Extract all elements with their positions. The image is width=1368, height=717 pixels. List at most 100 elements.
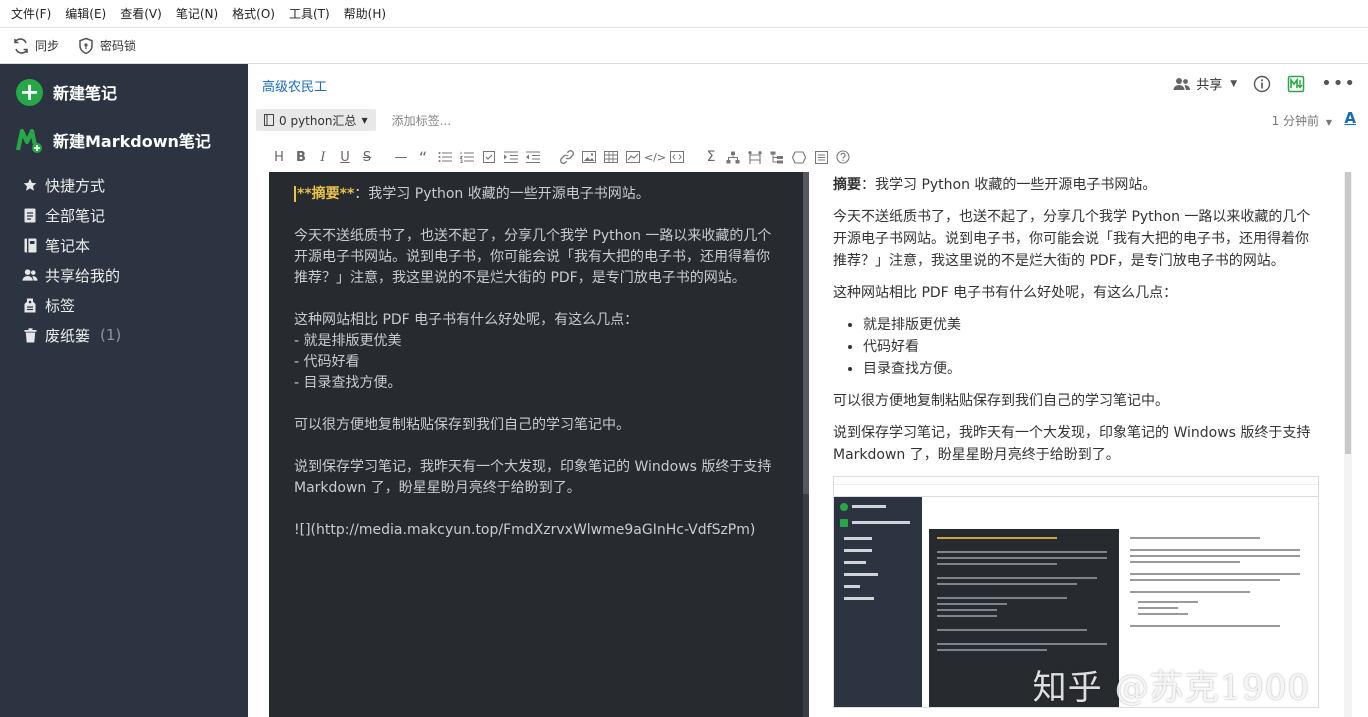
notebook-selector[interactable]: 0 python汇总 ▼ xyxy=(256,109,376,131)
editor-paragraph: 今天不送纸质书了，也送不起了，分享几个我学 Python 一路以来收藏的几个开源… xyxy=(294,228,772,286)
checkbox-icon[interactable] xyxy=(478,147,500,167)
strikethrough-icon[interactable]: S xyxy=(356,147,378,167)
tag-row: 0 python汇总 ▼ 添加标签... xyxy=(256,108,451,132)
notebook-icon xyxy=(22,238,38,253)
sidebar-item-shortcuts[interactable]: 快捷方式 xyxy=(22,170,121,200)
notebook-name: 0 python汇总 xyxy=(279,113,357,128)
sidebar-nav: 快捷方式 全部笔记 笔记本 共享给我的 标签 废纸篓 (1) xyxy=(22,170,121,350)
sync-button[interactable]: 同步 xyxy=(12,37,59,55)
tag-icon xyxy=(22,298,38,313)
menu-view[interactable]: 查看(V) xyxy=(113,5,169,22)
editor-paragraph: 说到保存学习笔记，我昨天有一个大发现，印象笔记的 Windows 版终于支持 M… xyxy=(294,459,772,496)
sidebar-item-notebooks[interactable]: 笔记本 xyxy=(22,230,121,260)
lock-button[interactable]: 密码锁 xyxy=(77,37,136,55)
menu-help[interactable]: 帮助(H) xyxy=(337,5,393,22)
preview-list: 就是排版更优美 代码好看 目录查找方便。 xyxy=(863,314,1322,380)
ordered-list-icon[interactable] xyxy=(456,147,478,167)
last-edited-text: 1 分钟前 xyxy=(1271,114,1320,128)
preview-scrollbar[interactable] xyxy=(1344,172,1352,717)
breadcrumb[interactable]: 高级农民工 xyxy=(262,76,327,95)
notebook-icon xyxy=(264,114,274,126)
editor-summary-line: **摘要**：我学习 Python 收藏的一些开源电子书网站。 xyxy=(294,184,777,205)
preview-list-item: 就是排版更优美 xyxy=(863,314,1322,336)
editor-summary-text: ：我学习 Python 收藏的一些开源电子书网站。 xyxy=(354,186,650,202)
code-icon[interactable]: </> xyxy=(644,147,666,167)
last-edited-dropdown[interactable]: 1 分钟前 ▼ xyxy=(1272,112,1332,129)
new-markdown-label: 新建Markdown笔记 xyxy=(53,132,211,151)
gantt-icon[interactable] xyxy=(788,147,810,167)
sidebar-item-trash[interactable]: 废纸篓 (1) xyxy=(22,320,121,350)
preview-paragraph: 这种网站相比 PDF 电子书有什么好处呢，有这么几点： xyxy=(833,285,1178,301)
font-style-button[interactable]: A xyxy=(1344,109,1356,127)
sequence-diagram-icon[interactable] xyxy=(744,147,766,167)
new-note-label: 新建笔记 xyxy=(53,84,118,103)
share-label: 共享 xyxy=(1196,78,1223,93)
preview-summary: 摘要：我学习 Python 收藏的一些开源电子书网站。 xyxy=(833,174,1322,196)
toc-icon[interactable] xyxy=(810,147,832,167)
preview-list-item: 代码好看 xyxy=(863,336,1322,358)
sidebar-item-tags[interactable]: 标签 xyxy=(22,290,121,320)
text-cursor xyxy=(294,186,296,202)
math-formula-icon[interactable]: Σ xyxy=(700,147,722,167)
menu-tools[interactable]: 工具(T) xyxy=(282,5,337,22)
chart-icon[interactable] xyxy=(622,147,644,167)
note-header-actions: 共享 ▼ ••• xyxy=(1157,74,1356,93)
sidebar-item-label: 全部笔记 xyxy=(45,206,106,225)
lock-label: 密码锁 xyxy=(100,39,137,53)
sidebar-item-all-notes[interactable]: 全部笔记 xyxy=(22,200,121,230)
trash-count: (1) xyxy=(100,326,122,344)
flowchart-icon[interactable] xyxy=(722,147,744,167)
indent-icon[interactable] xyxy=(500,147,522,167)
bold-icon[interactable]: B xyxy=(290,147,312,167)
sidebar-item-label: 共享给我的 xyxy=(45,266,121,285)
underline-icon[interactable]: U xyxy=(334,147,356,167)
editor-list-item: - 代码好看 xyxy=(294,354,360,370)
italic-icon[interactable]: I xyxy=(312,147,334,167)
add-tag-input[interactable]: 添加标签... xyxy=(392,112,451,129)
preview-paragraph: 今天不送纸质书了，也送不起了，分享几个我学 Python 一路以来收藏的几个开源… xyxy=(833,209,1311,269)
unordered-list-icon[interactable] xyxy=(434,147,456,167)
menu-file[interactable]: 文件(F) xyxy=(4,5,58,22)
new-markdown-button[interactable]: 新建Markdown笔记 xyxy=(16,126,211,154)
new-note-button[interactable]: + 新建笔记 xyxy=(16,78,117,106)
sidebar-item-label: 快捷方式 xyxy=(45,176,106,195)
more-button[interactable]: ••• xyxy=(1321,72,1356,94)
markdown-editor[interactable]: **摘要**：我学习 Python 收藏的一些开源电子书网站。 今天不送纸质书了… xyxy=(269,172,803,717)
image-icon[interactable] xyxy=(578,147,600,167)
editor-summary-bold: **摘要** xyxy=(297,186,355,202)
link-icon[interactable] xyxy=(556,147,578,167)
outdent-icon[interactable] xyxy=(522,147,544,167)
preview-summary-label: 摘要 xyxy=(833,177,861,193)
trash-icon xyxy=(22,327,38,343)
shield-lock-icon xyxy=(79,37,93,54)
quote-icon[interactable]: “ xyxy=(412,147,434,167)
more-icon: ••• xyxy=(1321,72,1356,94)
markdown-toggle-button[interactable] xyxy=(1287,75,1305,93)
sidebar-item-shared[interactable]: 共享给我的 xyxy=(22,260,121,290)
sync-label: 同步 xyxy=(35,39,60,53)
markdown-preview: 摘要：我学习 Python 收藏的一些开源电子书网站。 今天不送纸质书了，也送不… xyxy=(809,172,1346,717)
menu-format[interactable]: 格式(O) xyxy=(225,5,282,22)
menu-note[interactable]: 笔记(N) xyxy=(169,5,225,22)
chevron-down-icon: ▼ xyxy=(1325,118,1332,127)
chevron-down-icon: ▼ xyxy=(361,115,368,125)
plus-icon: + xyxy=(16,78,43,106)
code-block-icon[interactable] xyxy=(666,147,688,167)
preview-paragraph: 说到保存学习笔记，我昨天有一个大发现，印象笔记的 Windows 版终于支持 M… xyxy=(833,425,1311,463)
main-toolbar: 同步 密码锁 xyxy=(0,28,1368,64)
table-icon[interactable] xyxy=(600,147,622,167)
menu-edit[interactable]: 编辑(E) xyxy=(58,5,113,22)
info-button[interactable] xyxy=(1253,75,1271,93)
share-button[interactable]: 共享 ▼ xyxy=(1173,74,1237,93)
format-toolbar: H B I U S — “ </> Σ xyxy=(268,146,854,168)
help-icon[interactable] xyxy=(832,147,854,167)
markdown-logo-icon xyxy=(16,128,42,153)
preview-scrollbar-thumb[interactable] xyxy=(1345,172,1351,454)
editor-image-link: ![](http://media.makcyun.top/FmdXzrvxWlw… xyxy=(294,522,756,538)
sidebar-item-label: 废纸篓 xyxy=(45,326,91,345)
preview-summary-text: ：我学习 Python 收藏的一些开源电子书网站。 xyxy=(861,177,1157,193)
heading-icon[interactable]: H xyxy=(268,147,290,167)
editor-list-item: - 就是排版更优美 xyxy=(294,333,402,349)
horizontal-rule-icon[interactable]: — xyxy=(390,147,412,167)
mindmap-icon[interactable] xyxy=(766,147,788,167)
